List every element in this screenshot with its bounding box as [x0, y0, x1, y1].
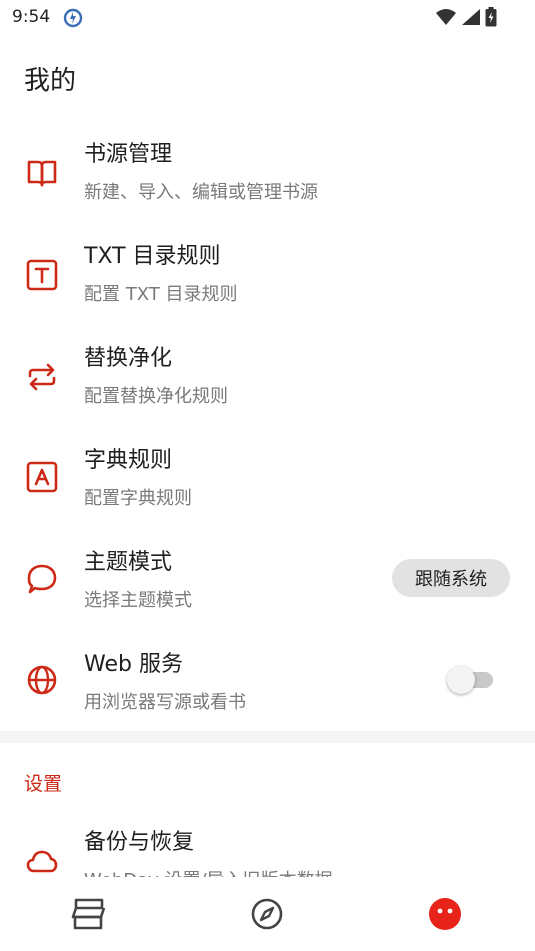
item-subtitle: 配置 TXT 目录规则	[84, 284, 238, 305]
tab-bookshelf[interactable]	[0, 877, 178, 951]
settings-section: 设置 备份与恢复 WebDav 设置/导入旧版本数据	[0, 740, 535, 877]
menu-item-backup-restore[interactable]: 备份与恢复 WebDav 设置/导入旧版本数据	[0, 824, 535, 877]
settings-section-header: 设置	[24, 773, 63, 795]
page-title: 我的	[24, 66, 77, 96]
item-title: TXT 目录规则	[84, 244, 221, 269]
theme-mode-selector[interactable]: 跟随系统	[392, 559, 510, 597]
item-title: Web 服务	[84, 652, 183, 677]
item-title: 字典规则	[84, 448, 173, 473]
status-time: 9:54	[12, 7, 51, 27]
item-subtitle: 新建、导入、编辑或管理书源	[84, 182, 318, 203]
switch-thumb	[447, 666, 475, 694]
my-face-icon	[429, 898, 461, 930]
globe-icon	[27, 665, 57, 695]
item-title: 替换净化	[84, 346, 173, 371]
menu-item-book-source[interactable]: 书源管理 新建、导入、编辑或管理书源	[0, 136, 535, 238]
swap-arrows-icon	[28, 363, 56, 391]
app-notification-icon	[63, 8, 83, 28]
book-open-icon	[27, 160, 57, 187]
status-icons	[435, 7, 497, 27]
speech-bubble-icon	[27, 564, 57, 594]
bottom-navigation	[0, 877, 535, 951]
bookshelf-icon	[71, 898, 106, 930]
item-title: 备份与恢复	[84, 830, 195, 855]
item-title: 主题模式	[84, 550, 173, 575]
text-t-box-icon	[26, 259, 58, 291]
item-title: 书源管理	[84, 142, 173, 167]
item-subtitle: 用浏览器写源或看书	[84, 692, 246, 713]
wifi-icon	[436, 9, 456, 25]
compass-icon	[251, 898, 283, 930]
menu-item-dictionary-rules[interactable]: 字典规则 配置字典规则	[0, 442, 535, 544]
tab-discover[interactable]	[178, 877, 356, 951]
status-bar: 9:54	[0, 0, 535, 36]
tab-my[interactable]	[356, 877, 534, 951]
letter-a-box-icon	[26, 461, 58, 493]
web-service-switch[interactable]	[447, 666, 495, 694]
item-subtitle: 配置字典规则	[84, 488, 192, 509]
item-subtitle: 配置替换净化规则	[84, 386, 228, 407]
cellular-signal-icon	[462, 9, 480, 25]
battery-charging-icon	[485, 7, 497, 27]
item-subtitle: WebDav 设置/导入旧版本数据	[84, 866, 333, 877]
cloud-icon	[26, 850, 58, 873]
menu-item-replace-purify[interactable]: 替换净化 配置替换净化规则	[0, 340, 535, 442]
menu-item-txt-toc-rules[interactable]: TXT 目录规则 配置 TXT 目录规则	[0, 238, 535, 340]
item-subtitle: 选择主题模式	[84, 590, 192, 611]
